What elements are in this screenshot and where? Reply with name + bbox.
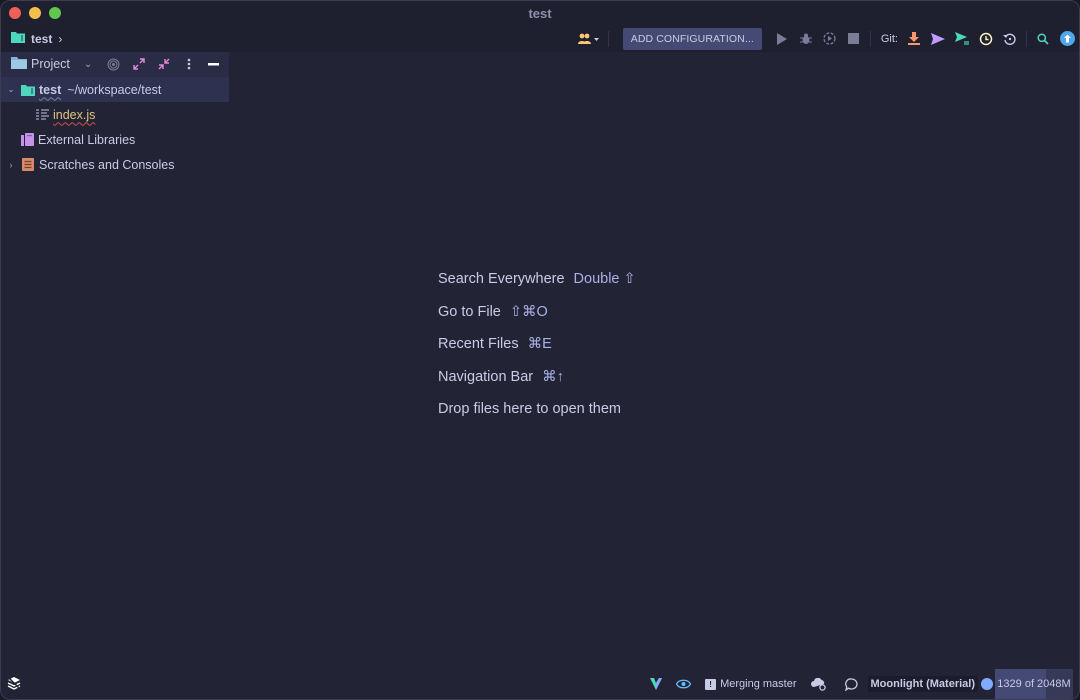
- theme-color-dot: [981, 678, 993, 690]
- toolbar-separator: [1026, 30, 1027, 47]
- tree-item-label: External Libraries: [38, 132, 136, 147]
- tree-item-path: ~/workspace/test: [67, 82, 162, 97]
- hint-search-everywhere: Search Everywhere Double ⇧: [438, 263, 636, 296]
- scratches-icon: [21, 158, 35, 172]
- status-bar: ! Merging master Moonlight (Material) 13…: [1, 669, 1079, 699]
- minimize-button[interactable]: [29, 7, 41, 19]
- toolbar-separator: [869, 30, 871, 47]
- merge-status-label: Merging master: [720, 678, 797, 690]
- hint-shortcut: Double ⇧: [573, 271, 636, 288]
- coverage-icon[interactable]: [818, 27, 842, 51]
- tree-item-label: Scratches and Consoles: [39, 157, 175, 172]
- hide-panel-icon[interactable]: [202, 53, 225, 75]
- chevron-right-icon: ›: [58, 31, 63, 46]
- tree-item-label: index.js: [53, 107, 96, 122]
- project-folder-icon: [11, 56, 27, 72]
- add-configuration-button[interactable]: ADD CONFIGURATION...: [622, 27, 762, 50]
- stop-icon[interactable]: [842, 27, 866, 51]
- tree-item-root[interactable]: ⌄ test ~/workspace/test: [1, 77, 229, 102]
- theme-switcher[interactable]: Moonlight (Material): [867, 676, 993, 692]
- window-controls: [9, 7, 61, 19]
- close-button[interactable]: [9, 7, 21, 19]
- eye-icon[interactable]: [676, 679, 692, 689]
- breadcrumb[interactable]: test ›: [11, 31, 62, 46]
- tree-item-file[interactable]: index.js: [1, 102, 229, 127]
- hint-drop-files: Drop files here to open them: [438, 393, 636, 426]
- tree-item-external-libraries[interactable]: External Libraries: [1, 127, 229, 152]
- hint-label: Recent Files: [438, 336, 519, 353]
- collapse-all-icon[interactable]: [152, 53, 175, 75]
- folder-icon: [11, 31, 25, 46]
- hint-label: Search Everywhere: [438, 271, 565, 288]
- main-toolbar: ADD CONFIGURATION... Git:: [574, 25, 1079, 52]
- run-icon[interactable]: [770, 27, 794, 51]
- hint-label: Navigation Bar: [438, 368, 534, 385]
- window-title: test: [528, 5, 552, 21]
- more-options-icon[interactable]: [177, 53, 200, 75]
- hint-label: Drop files here to open them: [438, 401, 621, 418]
- maximize-button[interactable]: [49, 7, 61, 19]
- editor-empty-hints: Search Everywhere Double ⇧ Go to File ⇧⌘…: [438, 263, 636, 426]
- expand-all-icon[interactable]: [127, 53, 150, 75]
- module-folder-icon: [21, 83, 35, 97]
- merge-status[interactable]: ! Merging master: [705, 678, 797, 690]
- toolbar-separator: [607, 30, 609, 47]
- users-icon[interactable]: [574, 27, 604, 51]
- git-push-icon[interactable]: [950, 27, 974, 51]
- tool-windows-icon[interactable]: [5, 674, 23, 692]
- hint-go-to-file: Go to File ⇧⌘O: [438, 296, 636, 329]
- ide-window: test test › ADD CONFIGURATION... Git: Pr…: [0, 0, 1080, 700]
- update-icon[interactable]: [1055, 27, 1079, 51]
- chevron-down-icon[interactable]: ⌄: [5, 84, 17, 95]
- chevron-right-icon[interactable]: ›: [5, 160, 17, 170]
- tree-item-scratches[interactable]: › Scratches and Consoles: [1, 152, 229, 177]
- chat-bubble-icon[interactable]: [844, 677, 858, 691]
- project-view-selector[interactable]: Project ⌄: [11, 56, 92, 72]
- chevron-down-icon: ⌄: [83, 58, 93, 70]
- project-panel-title: Project: [31, 57, 70, 71]
- git-history-icon[interactable]: [974, 27, 998, 51]
- git-rollback-icon[interactable]: [998, 27, 1022, 51]
- git-update-icon[interactable]: [902, 27, 926, 51]
- project-panel-header: Project ⌄: [1, 52, 229, 76]
- warning-icon: !: [705, 678, 717, 690]
- tree-item-label: test: [39, 82, 62, 97]
- theme-name: Moonlight (Material): [867, 676, 978, 692]
- title-bar: test: [1, 1, 1079, 25]
- library-icon: [20, 133, 34, 147]
- git-commit-icon[interactable]: [926, 27, 950, 51]
- git-label: Git:: [880, 32, 898, 45]
- locate-icon[interactable]: [102, 53, 125, 75]
- hint-shortcut: ⌘E: [527, 336, 552, 353]
- cloud-settings-icon[interactable]: [810, 677, 827, 691]
- breadcrumb-project[interactable]: test: [31, 32, 52, 46]
- debug-icon[interactable]: [794, 27, 818, 51]
- search-icon[interactable]: [1031, 27, 1055, 51]
- navigation-bar: test › ADD CONFIGURATION... Git:: [1, 25, 1079, 52]
- hint-label: Go to File: [438, 303, 501, 320]
- file-text-icon: [35, 108, 49, 122]
- memory-indicator[interactable]: 1329 of 2048M: [995, 669, 1073, 699]
- memory-text: 1329 of 2048M: [997, 678, 1071, 690]
- project-panel-actions: [102, 52, 225, 76]
- hint-navigation-bar: Navigation Bar ⌘↑: [438, 361, 636, 394]
- hint-shortcut: ⌘↑: [542, 368, 564, 385]
- hint-recent-files: Recent Files ⌘E: [438, 328, 636, 361]
- status-bar-widgets: ! Merging master Moonlight (Material) 13…: [636, 669, 1073, 699]
- project-tree: ⌄ test ~/workspace/test index.js Externa…: [1, 77, 229, 177]
- vuejs-icon[interactable]: [650, 678, 663, 690]
- hint-shortcut: ⇧⌘O: [509, 303, 548, 320]
